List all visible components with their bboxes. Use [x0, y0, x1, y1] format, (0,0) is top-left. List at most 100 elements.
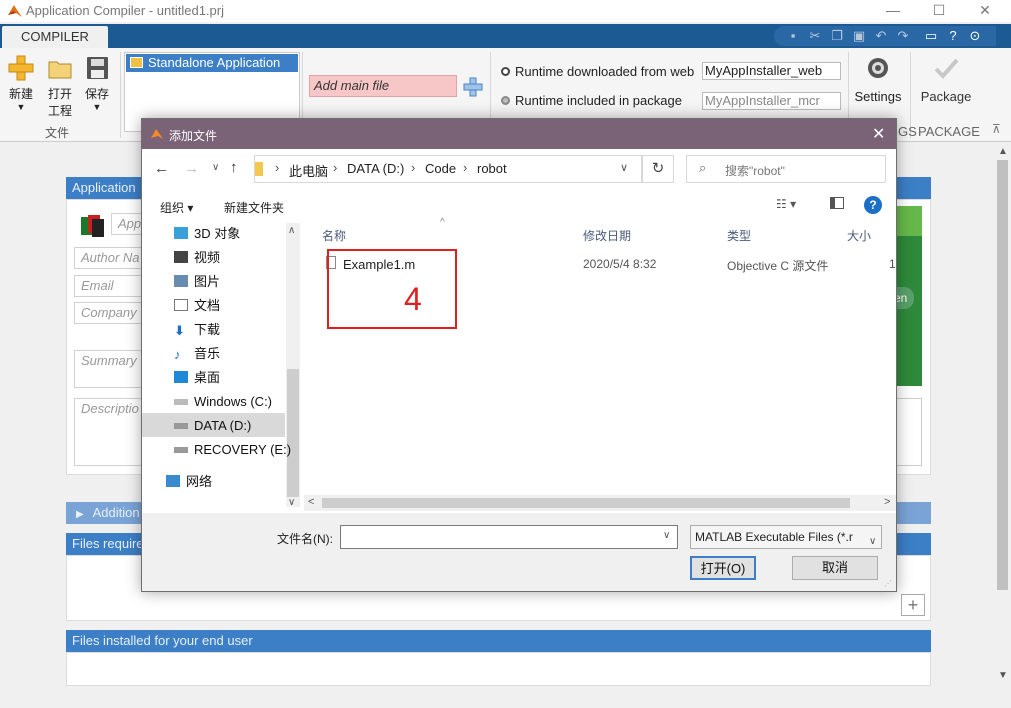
- maximize-button[interactable]: ☐: [916, 0, 962, 22]
- matlab-logo-icon: [8, 5, 22, 17]
- new-folder-button[interactable]: 新建文件夹: [224, 199, 284, 216]
- address-segment-pc[interactable]: 此电脑: [289, 161, 328, 180]
- minimize-button[interactable]: —: [870, 0, 916, 22]
- main-file-field[interactable]: Add main file: [309, 75, 457, 97]
- runtime-package-field[interactable]: MyAppInstaller_mcr: [702, 92, 841, 110]
- additional-info-title: Addition: [92, 505, 140, 520]
- help-icon[interactable]: ?: [864, 196, 882, 214]
- organize-menu[interactable]: 组织 ▾: [160, 199, 193, 216]
- nav-scroll-down-icon[interactable]: ∨: [288, 497, 295, 508]
- close-window-button[interactable]: ✕: [962, 0, 1008, 22]
- address-separator: ›: [463, 160, 468, 175]
- app-type-label: Standalone Application: [148, 55, 281, 70]
- add-required-file-button[interactable]: +: [901, 594, 925, 616]
- address-segment-code[interactable]: Code: [425, 161, 456, 176]
- nav-item-label: 音乐: [194, 346, 221, 361]
- files-required-title: Files require: [72, 536, 144, 551]
- open-label: 打开: [47, 87, 72, 101]
- cut-icon[interactable]: ✂: [806, 28, 824, 44]
- copy-icon[interactable]: ❐: [828, 28, 846, 44]
- runtime-web-field[interactable]: MyAppInstaller_web: [702, 62, 841, 80]
- cancel-button[interactable]: 取消: [792, 556, 878, 580]
- nav-scroll-up-icon[interactable]: ∧: [288, 225, 295, 236]
- forward-arrow-icon[interactable]: →: [184, 160, 199, 177]
- search-box[interactable]: ⌕ 搜索"robot": [686, 155, 886, 183]
- floppy-save-icon: [87, 57, 108, 79]
- recent-dropdown-icon[interactable]: ∨: [212, 162, 219, 173]
- dialog-close-button[interactable]: ✕: [872, 124, 885, 144]
- hscroll-left-icon[interactable]: <: [308, 496, 314, 508]
- runtime-package-radio[interactable]: [501, 96, 510, 105]
- save-dropdown-icon: ▼: [92, 102, 102, 112]
- column-size[interactable]: 大小: [847, 227, 871, 244]
- address-segment-robot[interactable]: robot: [477, 161, 507, 176]
- address-dropdown-icon[interactable]: ∨: [620, 161, 628, 174]
- file-type-filter[interactable]: MATLAB Executable Files (*.r ∨: [690, 525, 882, 549]
- app-icon[interactable]: [80, 214, 106, 238]
- column-modified[interactable]: 修改日期: [583, 227, 631, 244]
- filename-input[interactable]: ∨: [340, 525, 678, 549]
- tab-compiler[interactable]: COMPILER: [2, 26, 108, 48]
- nav-item-network[interactable]: 网络: [166, 471, 212, 493]
- save-icon[interactable]: ▪: [784, 28, 802, 44]
- scroll-down-icon[interactable]: ▼: [998, 670, 1008, 681]
- filter-value: MATLAB Executable Files (*.r: [695, 530, 853, 544]
- open-project-button[interactable]: 打开 工程: [42, 54, 78, 119]
- nav-item-videos[interactable]: 视频: [174, 247, 220, 269]
- nav-item-drive-c[interactable]: Windows (C:): [174, 391, 272, 413]
- save-button[interactable]: 保存 ▼: [80, 54, 114, 112]
- collapse-ribbon-icon[interactable]: ⊼: [992, 122, 1001, 136]
- nav-item-label: Windows (C:): [194, 394, 273, 409]
- nav-item-drive-e[interactable]: RECOVERY (E:): [174, 439, 291, 461]
- refresh-button[interactable]: ↻: [642, 155, 674, 183]
- nav-scrollbar-thumb[interactable]: [287, 369, 299, 497]
- files-installed-list[interactable]: [66, 652, 931, 686]
- drive-icon: [174, 399, 188, 405]
- dialog-title: 添加文件: [169, 129, 218, 143]
- options-icon[interactable]: ⊙: [966, 28, 984, 44]
- file-list-hscrollbar-thumb[interactable]: [322, 498, 850, 508]
- settings-section-label: GS: [898, 124, 917, 139]
- help-icon[interactable]: ?: [944, 28, 962, 44]
- nav-item-documents[interactable]: 文档: [174, 295, 220, 317]
- settings-button[interactable]: Settings: [852, 54, 904, 104]
- redo-icon[interactable]: ↷: [894, 28, 912, 44]
- nav-item-3d-objects[interactable]: 3D 对象: [174, 223, 240, 245]
- settings-label: Settings: [854, 89, 902, 104]
- package-button[interactable]: Package: [918, 54, 974, 104]
- preview-pane-icon[interactable]: [830, 197, 844, 209]
- nav-item-desktop[interactable]: 桌面: [174, 367, 220, 389]
- filename-dropdown-icon[interactable]: ∨: [663, 530, 670, 541]
- nav-item-drive-d[interactable]: DATA (D:): [174, 415, 251, 437]
- add-main-file-icon[interactable]: [463, 77, 483, 97]
- up-arrow-icon[interactable]: ↑: [230, 159, 238, 176]
- nav-item-music[interactable]: ♪ 音乐: [174, 343, 220, 365]
- main-scrollbar-thumb[interactable]: [997, 160, 1008, 590]
- runtime-web-radio[interactable]: [501, 67, 510, 76]
- view-options-icon[interactable]: ☷ ▾: [776, 197, 796, 211]
- app-type-selected[interactable]: Standalone Application: [126, 54, 298, 72]
- hscroll-right-icon[interactable]: >: [884, 496, 890, 508]
- open-button[interactable]: 打开(O): [690, 556, 756, 580]
- nav-item-label: 网络: [186, 474, 213, 489]
- nav-item-label: DATA (D:): [194, 418, 252, 433]
- undo-icon[interactable]: ↶: [872, 28, 890, 44]
- ribbon-separator: [120, 52, 121, 138]
- paste-icon[interactable]: ▣: [850, 28, 868, 44]
- back-arrow-icon[interactable]: ←: [154, 160, 169, 177]
- layout-icon[interactable]: ▭: [922, 28, 940, 44]
- file-section-label: 文件: [45, 126, 70, 140]
- nav-item-pictures[interactable]: 图片: [174, 271, 220, 293]
- gear-icon: [868, 58, 888, 78]
- address-separator: ›: [333, 160, 338, 175]
- column-name[interactable]: 名称: [322, 227, 346, 244]
- resize-grip-icon[interactable]: ⋰: [884, 579, 892, 588]
- address-segment-drive[interactable]: DATA (D:): [347, 161, 404, 176]
- column-type[interactable]: 类型: [727, 227, 751, 244]
- filter-dropdown-icon: ∨: [869, 531, 877, 548]
- new-button[interactable]: 新建 ▼: [4, 54, 38, 112]
- scroll-up-icon[interactable]: ▲: [998, 146, 1008, 157]
- address-bar[interactable]: › 此电脑 › DATA (D:) › Code › robot ∨: [254, 155, 642, 183]
- folder-icon: [48, 61, 72, 79]
- nav-item-downloads[interactable]: ⬇ 下载: [174, 319, 220, 341]
